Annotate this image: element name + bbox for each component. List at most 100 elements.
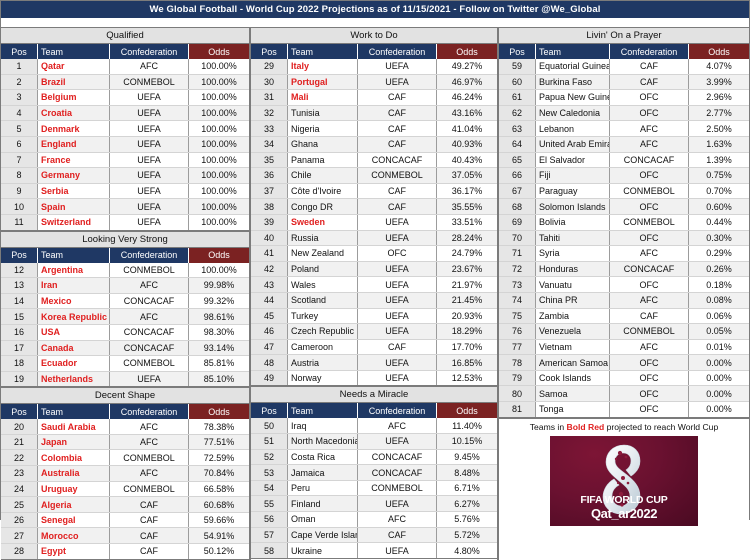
table-row[interactable]: 58 Ukraine UEFA 4.80% xyxy=(251,542,497,559)
column-header-confederation[interactable]: Confederation xyxy=(357,403,437,419)
table-row[interactable]: 42 Poland UEFA 23.67% xyxy=(251,261,497,278)
table-row[interactable]: 49 Norway UEFA 12.53% xyxy=(251,370,497,387)
table-row[interactable]: 3 Belgium UEFA 100.00% xyxy=(1,89,249,106)
table-row[interactable]: 75 Zambia CAF 0.06% xyxy=(499,308,749,325)
column-header-odds[interactable]: Odds xyxy=(188,404,249,420)
table-row[interactable]: 73 Vanuatu OFC 0.18% xyxy=(499,276,749,293)
table-row[interactable]: 79 Cook Islands OFC 0.00% xyxy=(499,370,749,387)
table-row[interactable]: 19 Netherlands UEFA 85.10% xyxy=(1,371,249,388)
table-row[interactable]: 5 Denmark UEFA 100.00% xyxy=(1,120,249,137)
table-row[interactable]: 6 England UEFA 100.00% xyxy=(1,136,249,153)
column-header-confederation[interactable]: Confederation xyxy=(109,44,189,59)
table-row[interactable]: 67 Paraguay CONMEBOL 0.70% xyxy=(499,183,749,200)
column-header-team[interactable]: Team xyxy=(535,44,610,59)
table-row[interactable]: 26 Senegal CAF 59.66% xyxy=(1,512,249,529)
table-row[interactable]: 56 Oman AFC 5.76% xyxy=(251,511,497,528)
column-header-confederation[interactable]: Confederation xyxy=(109,404,189,420)
table-row[interactable]: 68 Solomon Islands OFC 0.60% xyxy=(499,198,749,215)
column-header-pos[interactable]: Pos xyxy=(1,247,38,263)
table-row[interactable]: 37 Côte d'Ivoire CAF 36.17% xyxy=(251,183,497,200)
table-row[interactable]: 59 Equatorial Guinea CAF 4.07% xyxy=(499,59,749,75)
table-row[interactable]: 81 Tonga OFC 0.00% xyxy=(499,401,749,418)
table-row[interactable]: 14 Mexico CONCACAF 99.32% xyxy=(1,293,249,310)
table-row[interactable]: 12 Argentina CONMEBOL 100.00% xyxy=(1,262,249,279)
table-row[interactable]: 25 Algeria CAF 60.68% xyxy=(1,496,249,513)
table-row[interactable]: 15 Korea Republic AFC 98.61% xyxy=(1,308,249,325)
table-row[interactable]: 63 Lebanon AFC 2.50% xyxy=(499,120,749,137)
table-row[interactable]: 20 Saudi Arabia AFC 78.38% xyxy=(1,419,249,435)
table-row[interactable]: 45 Turkey UEFA 20.93% xyxy=(251,308,497,325)
table-row[interactable]: 30 Portugal UEFA 46.97% xyxy=(251,74,497,91)
table-row[interactable]: 23 Australia AFC 70.84% xyxy=(1,465,249,482)
table-row[interactable]: 39 Sweden UEFA 33.51% xyxy=(251,214,497,231)
table-row[interactable]: 54 Peru CONMEBOL 6.71% xyxy=(251,480,497,497)
table-row[interactable]: 28 Egypt CAF 50.12% xyxy=(1,543,249,560)
table-row[interactable]: 72 Honduras CONCACAF 0.26% xyxy=(499,261,749,278)
column-header-odds[interactable]: Odds xyxy=(436,44,497,59)
column-header-odds[interactable]: Odds xyxy=(436,403,497,419)
table-row[interactable]: 9 Serbia UEFA 100.00% xyxy=(1,183,249,200)
table-row[interactable]: 8 Germany UEFA 100.00% xyxy=(1,167,249,184)
table-row[interactable]: 51 North Macedonia UEFA 10.15% xyxy=(251,433,497,450)
column-header-team[interactable]: Team xyxy=(287,44,358,59)
table-row[interactable]: 62 New Caledonia OFC 2.77% xyxy=(499,105,749,122)
table-row[interactable]: 1 Qatar AFC 100.00% xyxy=(1,59,249,75)
table-row[interactable]: 31 Mali CAF 46.24% xyxy=(251,89,497,106)
table-row[interactable]: 40 Russia UEFA 28.24% xyxy=(251,230,497,247)
table-row[interactable]: 65 El Salvador CONCACAF 1.39% xyxy=(499,152,749,169)
table-row[interactable]: 70 Tahiti OFC 0.30% xyxy=(499,230,749,247)
column-header-team[interactable]: Team xyxy=(37,404,110,420)
table-row[interactable]: 18 Ecuador CONMEBOL 85.81% xyxy=(1,355,249,372)
table-row[interactable]: 2 Brazil CONMEBOL 100.00% xyxy=(1,74,249,91)
table-row[interactable]: 71 Syria AFC 0.29% xyxy=(499,245,749,262)
table-row[interactable]: 41 New Zealand OFC 24.79% xyxy=(251,245,497,262)
table-row[interactable]: 66 Fiji OFC 0.75% xyxy=(499,167,749,184)
column-header-team[interactable]: Team xyxy=(287,403,358,419)
table-row[interactable]: 35 Panama CONCACAF 40.43% xyxy=(251,152,497,169)
table-row[interactable]: 48 Austria UEFA 16.85% xyxy=(251,354,497,371)
table-row[interactable]: 33 Nigeria CAF 41.04% xyxy=(251,120,497,137)
table-row[interactable]: 38 Congo DR CAF 35.55% xyxy=(251,198,497,215)
column-header-pos[interactable]: Pos xyxy=(1,404,38,420)
table-row[interactable]: 64United Arab EmiratesAFC1.63% xyxy=(499,136,749,153)
column-header-pos[interactable]: Pos xyxy=(499,44,536,59)
column-header-team[interactable]: Team xyxy=(37,44,110,59)
table-row[interactable]: 22 Colombia CONMEBOL 72.59% xyxy=(1,449,249,467)
table-row[interactable]: 74 China PR AFC 0.08% xyxy=(499,292,749,309)
column-header-confederation[interactable]: Confederation xyxy=(357,44,437,59)
table-row[interactable]: 4 Croatia UEFA 100.00% xyxy=(1,105,249,122)
column-header-team[interactable]: Team xyxy=(37,247,110,263)
table-row[interactable]: 46 Czech Republic UEFA 18.29% xyxy=(251,323,497,340)
column-header-pos[interactable]: Pos xyxy=(251,44,288,59)
table-row[interactable]: 50 Iraq AFC 11.40% xyxy=(251,418,497,435)
table-row[interactable]: 80 Samoa OFC 0.00% xyxy=(499,385,749,403)
column-header-pos[interactable]: Pos xyxy=(251,403,288,419)
table-row[interactable]: 16 USA CONCACAF 98.30% xyxy=(1,324,249,341)
table-row[interactable]: 55 Finland UEFA 6.27% xyxy=(251,495,497,513)
table-row[interactable]: 57Cape Verde IslandsCAF5.72% xyxy=(251,527,497,544)
column-header-odds[interactable]: Odds xyxy=(188,44,249,59)
table-row[interactable]: 11 Switzerland UEFA 100.00% xyxy=(1,214,249,231)
table-row[interactable]: 47 Cameroon CAF 17.70% xyxy=(251,339,497,356)
table-row[interactable]: 53 Jamaica CONCACAF 8.48% xyxy=(251,464,497,481)
column-header-odds[interactable]: Odds xyxy=(688,44,749,59)
table-row[interactable]: 32 Tunisia CAF 43.16% xyxy=(251,105,497,122)
table-row[interactable]: 78 American Samoa OFC 0.00% xyxy=(499,354,749,371)
column-header-pos[interactable]: Pos xyxy=(1,44,38,59)
table-row[interactable]: 17 Canada CONCACAF 93.14% xyxy=(1,340,249,357)
column-header-odds[interactable]: Odds xyxy=(188,247,249,263)
table-row[interactable]: 77 Vietnam AFC 0.01% xyxy=(499,339,749,356)
table-row[interactable]: 61 Papua New Guinea OFC 2.96% xyxy=(499,89,749,106)
table-row[interactable]: 13 Iran AFC 99.98% xyxy=(1,277,249,294)
table-row[interactable]: 21 Japan AFC 77.51% xyxy=(1,434,249,451)
table-row[interactable]: 52 Costa Rica CONCACAF 9.45% xyxy=(251,449,497,466)
table-row[interactable]: 24 Uruguay CONMEBOL 66.58% xyxy=(1,481,249,498)
table-row[interactable]: 27 Morocco CAF 54.91% xyxy=(1,527,249,545)
table-row[interactable]: 10 Spain UEFA 100.00% xyxy=(1,198,249,215)
column-header-confederation[interactable]: Confederation xyxy=(109,247,189,263)
table-row[interactable]: 44 Scotland UEFA 21.45% xyxy=(251,292,497,309)
column-header-confederation[interactable]: Confederation xyxy=(609,44,689,59)
table-row[interactable]: 29 Italy UEFA 49.27% xyxy=(251,59,497,75)
table-row[interactable]: 76 Venezuela CONMEBOL 0.05% xyxy=(499,323,749,340)
table-row[interactable]: 69 Bolivia CONMEBOL 0.44% xyxy=(499,214,749,231)
